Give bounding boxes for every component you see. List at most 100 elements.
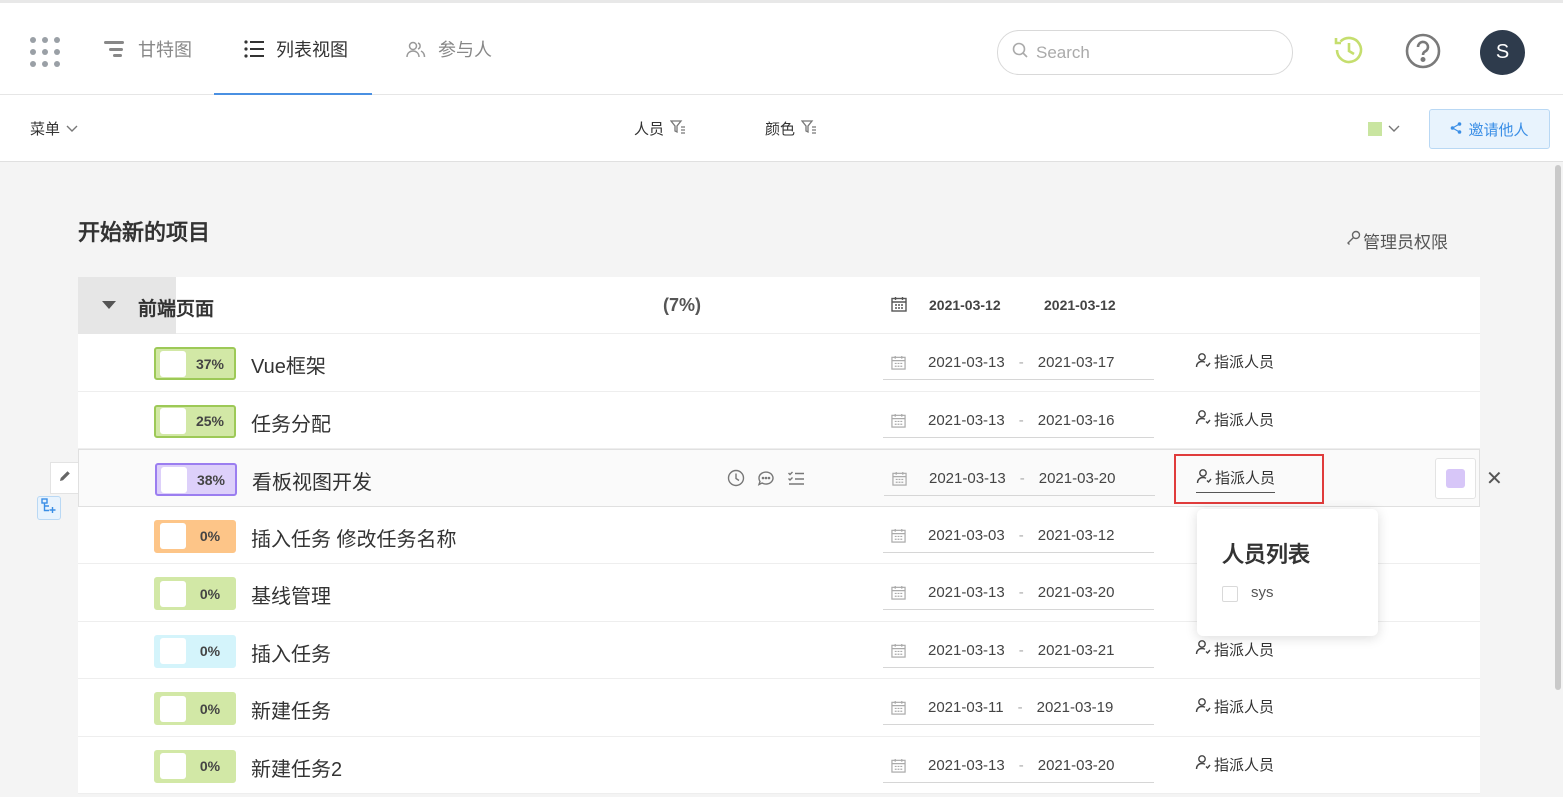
task-name[interactable]: Vue框架 — [251, 350, 326, 379]
progress-checkbox[interactable] — [160, 580, 186, 607]
start-date[interactable]: 2021-03-13 — [928, 584, 1005, 601]
history-clock-icon[interactable] — [1332, 33, 1366, 72]
progress-checkbox[interactable] — [160, 695, 186, 722]
user-avatar[interactable]: S — [1480, 30, 1525, 75]
end-date[interactable]: 2021-03-17 — [1038, 354, 1115, 371]
task-name[interactable]: 看板视图开发 — [252, 466, 372, 495]
date-separator: - — [1018, 354, 1024, 371]
end-date[interactable]: 2021-03-20 — [1038, 757, 1115, 774]
start-date[interactable]: 2021-03-13 — [928, 757, 1005, 774]
assign-people-button[interactable]: 指派人员 — [1195, 754, 1274, 775]
assign-people-button[interactable]: 指派人员 — [1195, 409, 1274, 430]
progress-checkbox[interactable] — [160, 350, 186, 377]
start-date[interactable]: 2021-03-03 — [928, 527, 1005, 544]
date-range[interactable]: 2021-03-13-2021-03-20 — [883, 576, 1154, 610]
user-checkbox[interactable] — [1222, 586, 1238, 602]
assign-label: 指派人员 — [1214, 354, 1275, 371]
close-icon[interactable]: ✕ — [1486, 466, 1503, 491]
caret-down-icon[interactable] — [102, 301, 116, 309]
color-picker-dropdown[interactable] — [1368, 95, 1400, 162]
add-subtask-button[interactable] — [37, 496, 61, 520]
people-filter[interactable]: 人员 — [634, 95, 686, 162]
progress-percent: 38% — [196, 471, 226, 488]
end-date[interactable]: 2021-03-20 — [1038, 584, 1115, 601]
date-range[interactable]: 2021-03-11-2021-03-19 — [883, 691, 1154, 725]
color-chip — [1368, 121, 1382, 136]
progress-checkbox[interactable] — [160, 408, 186, 434]
start-date[interactable]: 2021-03-13 — [929, 470, 1006, 487]
end-date[interactable]: 2021-03-21 — [1038, 642, 1115, 659]
progress-badge[interactable]: 0% — [154, 692, 236, 725]
progress-checkbox[interactable] — [160, 638, 186, 664]
checklist-icon[interactable] — [787, 469, 805, 492]
key-icon — [1347, 230, 1361, 251]
task-name[interactable]: 插入任务 — [251, 638, 331, 667]
apps-grid-icon[interactable] — [30, 37, 60, 67]
task-row[interactable]: 25% 任务分配 2021-03-13-2021-03-16 指派人员 — [78, 391, 1480, 449]
filter-toolbar: 菜单 人员 颜色 邀请他人 — [0, 95, 1563, 162]
date-range[interactable]: 2021-03-03-2021-03-12 — [883, 519, 1154, 553]
progress-checkbox[interactable] — [161, 466, 187, 493]
admin-link-label: 管理员权限 — [1363, 233, 1448, 252]
edit-task-button[interactable] — [50, 462, 78, 494]
end-date[interactable]: 2021-03-12 — [1038, 527, 1115, 544]
task-row[interactable]: 38% 看板视图开发 2021-03-13-2021-03-20 指派人员 ✕ — [78, 449, 1503, 507]
progress-badge[interactable]: 0% — [154, 749, 236, 783]
calendar-icon — [891, 758, 906, 773]
task-row[interactable]: 0% 新建任务 2021-03-11-2021-03-19 指派人员 — [78, 679, 1480, 737]
tab-participants[interactable]: 参与人 — [406, 3, 492, 95]
progress-badge[interactable]: 25% — [154, 404, 236, 438]
task-row[interactable]: 0% 新建任务2 2021-03-13-2021-03-20 指派人员 — [78, 736, 1480, 794]
pencil-icon — [59, 469, 71, 487]
color-filter[interactable]: 颜色 — [765, 95, 817, 162]
progress-percent: 0% — [199, 700, 221, 717]
task-name[interactable]: 插入任务 修改任务名称 — [251, 523, 457, 552]
progress-checkbox[interactable] — [160, 523, 186, 549]
popover-title: 人员列表 — [1222, 542, 1311, 567]
help-icon[interactable] — [1405, 33, 1441, 74]
task-row[interactable]: 37% Vue框架 2021-03-13-2021-03-17 指派人员 — [78, 334, 1480, 392]
date-separator: - — [1018, 756, 1024, 774]
end-date[interactable]: 2021-03-20 — [1039, 470, 1116, 487]
user-option-label[interactable]: sys — [1251, 584, 1274, 601]
date-range[interactable]: 2021-03-13-2021-03-16 — [883, 404, 1154, 438]
progress-badge[interactable]: 0% — [154, 577, 236, 610]
comment-icon[interactable] — [757, 469, 775, 492]
progress-badge[interactable]: 0% — [154, 519, 236, 553]
clock-icon[interactable] — [727, 469, 745, 492]
start-date[interactable]: 2021-03-11 — [928, 699, 1004, 716]
end-date[interactable]: 2021-03-19 — [1037, 699, 1114, 716]
end-date[interactable]: 2021-03-16 — [1038, 412, 1115, 429]
color-swatch-button[interactable] — [1435, 458, 1476, 499]
progress-checkbox[interactable] — [160, 753, 186, 779]
task-name[interactable]: 新建任务 — [251, 695, 331, 724]
start-date[interactable]: 2021-03-13 — [928, 642, 1005, 659]
task-name[interactable]: 基线管理 — [251, 580, 331, 609]
menu-dropdown[interactable]: 菜单 — [30, 95, 78, 162]
tab-list-view[interactable]: 列表视图 — [214, 3, 372, 95]
tab-gantt[interactable]: 甘特图 — [104, 3, 192, 95]
search-input[interactable] — [1036, 42, 1266, 63]
start-date[interactable]: 2021-03-13 — [928, 412, 1005, 429]
date-range[interactable]: 2021-03-13-2021-03-20 — [884, 462, 1155, 496]
assign-people-button[interactable]: 指派人员 — [1195, 639, 1274, 660]
date-range[interactable]: 2021-03-13-2021-03-21 — [883, 634, 1154, 668]
task-name[interactable]: 任务分配 — [251, 408, 331, 437]
assign-people-button[interactable]: 指派人员 — [1195, 696, 1274, 717]
admin-permissions-link[interactable]: 管理员权限 — [1347, 228, 1448, 253]
task-name[interactable]: 新建任务2 — [251, 753, 342, 782]
date-range[interactable]: 2021-03-13-2021-03-17 — [883, 346, 1154, 380]
date-separator: - — [1018, 526, 1024, 544]
date-range[interactable]: 2021-03-13-2021-03-20 — [883, 749, 1154, 783]
progress-badge[interactable]: 38% — [155, 463, 237, 496]
progress-badge[interactable]: 37% — [154, 347, 236, 380]
invite-button[interactable]: 邀请他人 — [1429, 109, 1550, 149]
start-date[interactable]: 2021-03-13 — [928, 354, 1005, 371]
progress-badge[interactable]: 0% — [154, 634, 236, 668]
vertical-scrollbar[interactable] — [1555, 165, 1561, 690]
assign-label: 指派人员 — [1214, 411, 1275, 429]
progress-percent: 37% — [195, 355, 225, 372]
share-icon — [1450, 121, 1462, 138]
search-box[interactable] — [997, 30, 1293, 75]
assign-people-button[interactable]: 指派人员 — [1195, 351, 1274, 372]
